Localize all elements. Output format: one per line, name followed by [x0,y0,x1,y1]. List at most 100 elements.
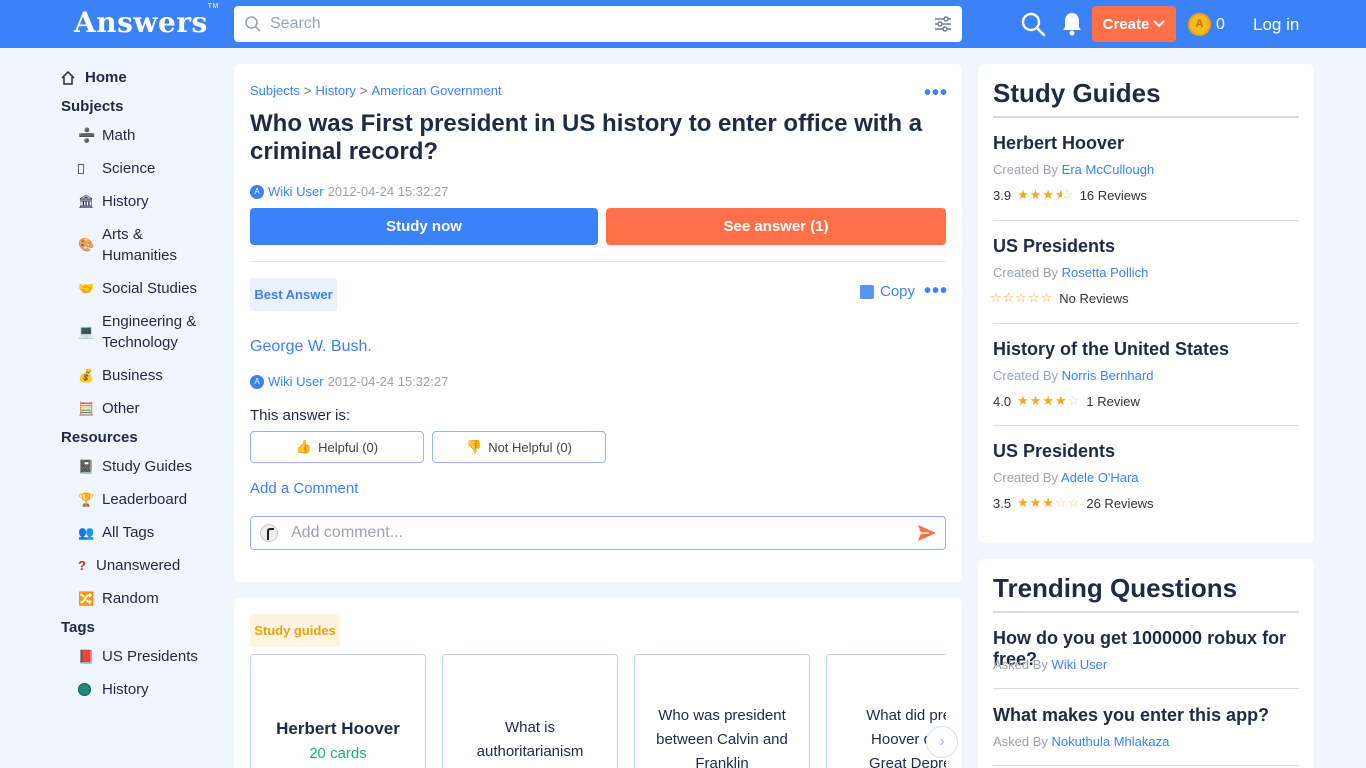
palette-icon: 🎨 [78,237,95,252]
helpful-button[interactable]: 👍 Helpful (0) [250,431,424,463]
study-guides-badge: Study guides [250,614,340,647]
study-guide-rating: 4.0 ★★★★☆ 1 Review [993,393,1140,409]
sidebar-item-random[interactable]: 🔀 Random [78,588,159,609]
sidebar-item-study-guides[interactable]: 📓 Study Guides [78,456,192,477]
trending-question-asker: Asked By Wiki User [993,657,1108,672]
breadcrumb-subjects[interactable]: Subjects [250,83,300,98]
thumbs-up-icon: 👍 [295,439,313,454]
add-comment-link[interactable]: Add a Comment [250,480,358,497]
abacus-icon: 🧮 [78,401,95,416]
science-icon [78,158,96,179]
question-more-options-icon[interactable]: ••• [924,83,948,103]
rating-stars-icon: ★★★☆☆ [1017,495,1081,510]
answer-more-options-icon[interactable]: ••• [924,281,948,301]
sidebar-item-all-tags[interactable]: 👥 All Tags [78,522,154,543]
copy-icon [860,284,874,299]
user-avatar [260,524,278,542]
divider [993,116,1299,118]
question-meta: A Wiki User 2012-04-24 15:32:27 [250,184,448,199]
study-guide-rating: 3.9 ★★★★☆ 16 Reviews [993,187,1147,203]
study-guide-name[interactable]: US Presidents [993,236,1115,257]
handshake-icon: 🤝 [78,281,95,296]
home-icon [61,67,79,88]
question-author[interactable]: Wiki User [268,184,324,199]
study-guide-rating: 3.5 ★★★☆☆ 26 Reviews [993,495,1154,511]
best-answer-badge: Best Answer [250,278,337,311]
study-guides-strip-card: Study guides Herbert Hoover 20 cards Wha… [234,598,962,768]
search-bar[interactable] [234,6,962,42]
sidebar-item-home[interactable]: Home [61,67,127,88]
create-button[interactable]: Create [1092,6,1176,42]
museum-icon: 🏛 [78,194,95,209]
question-title: Who was First president in US history to… [250,110,923,165]
coin-icon[interactable]: A [1188,13,1211,36]
search-input[interactable] [270,6,910,42]
study-guide-tile[interactable]: Who was president between Calvin and Fra… [634,654,810,768]
search-icon [245,16,261,32]
sidebar-tag-us-presidents[interactable]: 📕 US Presidents [78,646,198,667]
trending-question[interactable]: What makes you enter this app? [993,705,1269,726]
sidebar-item-engineering-technology[interactable]: 💻 Engineering & Technology [78,311,196,353]
sidebar-item-social-studies[interactable]: 🤝 Social Studies [78,278,197,299]
sidebar-item-business[interactable]: 💰 Business [78,365,163,386]
breadcrumb-history[interactable]: History [315,83,355,98]
comment-box [250,516,946,550]
rating-stars-icon: ★★★★☆ [1017,393,1081,408]
divider [993,611,1299,613]
study-guides-carousel: Herbert Hoover 20 cards What is authorit… [250,654,946,768]
study-guide-name[interactable]: US Presidents [993,441,1115,462]
sidebar-item-math[interactable]: ➗ Math [78,125,135,146]
see-answer-button[interactable]: See answer (1) [606,208,946,245]
question-date: 2012-04-24 15:32:27 [327,184,449,199]
study-guide-name[interactable]: History of the United States [993,339,1229,360]
comment-input[interactable] [291,517,891,549]
answer-is-label: This answer is: [250,407,351,424]
study-guide-tile[interactable]: Herbert Hoover 20 cards [250,654,426,768]
study-now-button[interactable]: Study now [250,208,598,245]
trending-questions-panel: Trending Questions How do you get 100000… [978,559,1314,768]
study-guide-creator: Created By Rosetta Pollich [993,265,1149,280]
sidebar-item-science[interactable]: Science [78,158,155,179]
answer-meta: A Wiki User 2012-04-24 15:32:27 [250,374,448,389]
answer-text: George W. Bush. [250,338,372,355]
divider [993,220,1299,221]
answers-logo[interactable]: AnswersTM [74,3,219,39]
coin-count: 0 [1216,16,1225,33]
question-card: Subjects > History > American Government •••… [234,64,962,582]
copy-button[interactable]: Copy [860,283,915,300]
study-guides-title: Study Guides [993,78,1161,108]
sidebar-item-history[interactable]: 🏛 History [78,191,149,212]
wiki-user-avatar-icon: A [250,374,264,389]
divider [250,261,946,262]
math-symbols-icon: ➗ [78,127,96,143]
answer-date: 2012-04-24 15:32:27 [327,374,449,389]
study-guide-name[interactable]: Herbert Hoover [993,133,1124,154]
search-icon[interactable] [1020,11,1046,37]
carousel-next-arrow-icon[interactable]: › [926,726,958,758]
chevron-down-icon [1153,20,1166,28]
answer-author[interactable]: Wiki User [268,374,324,389]
filter-sliders-icon[interactable] [934,15,952,33]
not-helpful-button[interactable]: 👎 Not Helpful (0) [432,431,606,463]
divider [993,425,1299,426]
breadcrumb-american-government[interactable]: American Government [372,83,502,98]
rating-stars-icon: ★★★★☆ [1017,187,1074,202]
notebook-icon: 📓 [78,459,95,474]
tags-heading: Tags [61,619,95,636]
wiki-user-avatar-icon: A [250,184,264,199]
sidebar-tag-history[interactable]: History [78,679,149,700]
shuffle-icon: 🔀 [78,591,95,606]
sidebar-item-other[interactable]: 🧮 Other [78,398,140,419]
bell-icon[interactable] [1061,11,1083,37]
money-bag-icon: 💰 [78,368,95,383]
sidebar-item-leaderboard[interactable]: 🏆 Leaderboard [78,489,187,510]
study-guides-panel: Study Guides Herbert Hoover Created By E… [978,64,1314,543]
login-link[interactable]: Log in [1253,15,1299,35]
send-icon[interactable] [917,523,937,543]
study-guide-tile[interactable]: What is authoritarianism [442,654,618,768]
sidebar-item-arts-humanities[interactable]: 🎨 Arts & Humanities [78,224,177,266]
tags-icon: 👥 [78,525,95,540]
sidebar-item-unanswered[interactable]: ? Unanswered [78,555,180,576]
study-guide-creator: Created By Era McCullough [993,162,1155,177]
globe-icon [78,679,96,700]
